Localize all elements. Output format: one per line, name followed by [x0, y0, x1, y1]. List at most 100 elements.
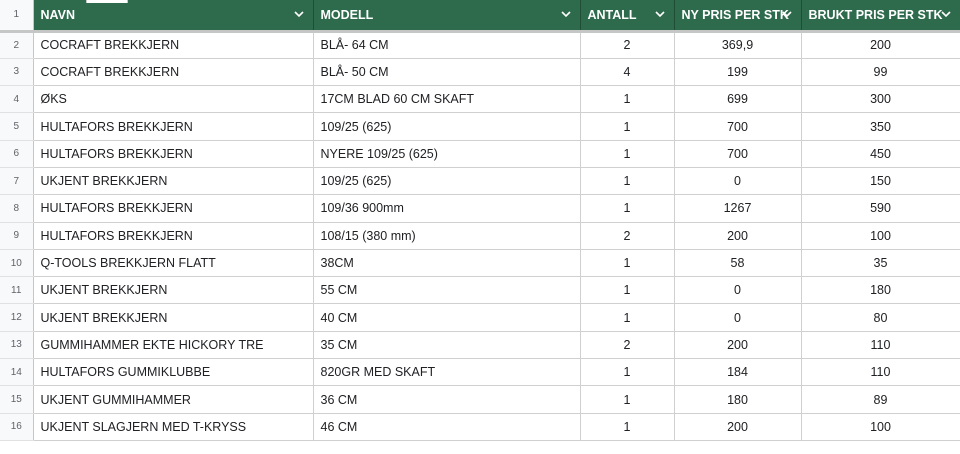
cell-brukt-pris[interactable]: 180	[801, 276, 960, 305]
cell-modell[interactable]: 820GR MED SKAFT	[313, 358, 581, 387]
cell-antall[interactable]: 1	[580, 140, 675, 168]
column-resize-handle[interactable]	[86, 0, 128, 3]
cell-brukt-pris[interactable]: 450	[801, 140, 960, 168]
row-number[interactable]: 3	[0, 58, 34, 87]
row-number[interactable]: 5	[0, 112, 34, 141]
cell-navn[interactable]: HULTAFORS BREKKJERN	[33, 112, 314, 141]
cell-modell[interactable]: 46 CM	[313, 413, 581, 441]
cell-ny-pris[interactable]: 0	[674, 276, 802, 305]
cell-modell[interactable]: 17CM BLAD 60 CM SKAFT	[313, 85, 581, 114]
cell-brukt-pris[interactable]: 100	[801, 413, 960, 441]
cell-brukt-pris[interactable]: 89	[801, 385, 960, 414]
cell-modell[interactable]: BLÅ- 64 CM	[313, 31, 581, 59]
cell-ny-pris[interactable]: 700	[674, 112, 802, 141]
cell-navn[interactable]: UKJENT BREKKJERN	[33, 303, 314, 332]
cell-ny-pris[interactable]: 369,9	[674, 31, 802, 59]
cell-brukt-pris[interactable]: 300	[801, 85, 960, 114]
row-number[interactable]: 15	[0, 385, 34, 414]
chevron-down-icon[interactable]	[560, 8, 572, 20]
cell-ny-pris[interactable]: 180	[674, 385, 802, 414]
cell-antall[interactable]: 1	[580, 385, 675, 414]
cell-antall[interactable]: 1	[580, 194, 675, 223]
cell-antall[interactable]: 2	[580, 331, 675, 360]
cell-ny-pris[interactable]: 200	[674, 331, 802, 360]
cell-modell[interactable]: 55 CM	[313, 276, 581, 305]
cell-brukt-pris[interactable]: 150	[801, 167, 960, 196]
cell-navn[interactable]: COCRAFT BREKKJERN	[33, 31, 314, 59]
cell-ny-pris[interactable]: 200	[674, 222, 802, 250]
cell-ny-pris[interactable]: 0	[674, 303, 802, 332]
cell-modell[interactable]: 38CM	[313, 249, 581, 278]
row-number[interactable]: 13	[0, 331, 34, 360]
column-header-modell[interactable]: MODELL	[313, 0, 581, 33]
cell-navn[interactable]: UKJENT SLAGJERN MED T-KRYSS	[33, 413, 314, 441]
row-number[interactable]: 10	[0, 249, 34, 278]
row-number[interactable]: 2	[0, 31, 34, 59]
cell-ny-pris[interactable]: 0	[674, 167, 802, 196]
cell-modell[interactable]: BLÅ- 50 CM	[313, 58, 581, 87]
cell-navn[interactable]: UKJENT BREKKJERN	[33, 276, 314, 305]
cell-antall[interactable]: 1	[580, 276, 675, 305]
chevron-down-icon[interactable]	[293, 8, 305, 20]
cell-brukt-pris[interactable]: 100	[801, 222, 960, 250]
row-number[interactable]: 7	[0, 167, 34, 196]
cell-modell[interactable]: 40 CM	[313, 303, 581, 332]
cell-navn[interactable]: HULTAFORS GUMMIKLUBBE	[33, 358, 314, 387]
cell-brukt-pris[interactable]: 99	[801, 58, 960, 87]
cell-ny-pris[interactable]: 200	[674, 413, 802, 441]
cell-modell[interactable]: 108/15 (380 mm)	[313, 222, 581, 250]
cell-brukt-pris[interactable]: 35	[801, 249, 960, 278]
row-number[interactable]: 4	[0, 85, 34, 114]
cell-navn[interactable]: HULTAFORS BREKKJERN	[33, 222, 314, 250]
chevron-down-icon[interactable]	[781, 8, 793, 20]
cell-antall[interactable]: 1	[580, 167, 675, 196]
column-header-navn[interactable]: NAVN	[33, 0, 314, 33]
cell-antall[interactable]: 1	[580, 249, 675, 278]
cell-ny-pris[interactable]: 184	[674, 358, 802, 387]
cell-modell[interactable]: NYERE 109/25 (625)	[313, 140, 581, 168]
row-number[interactable]: 14	[0, 358, 34, 387]
chevron-down-icon[interactable]	[940, 8, 952, 20]
cell-modell[interactable]: 109/25 (625)	[313, 167, 581, 196]
cell-antall[interactable]: 2	[580, 222, 675, 250]
cell-navn[interactable]: COCRAFT BREKKJERN	[33, 58, 314, 87]
cell-antall[interactable]: 1	[580, 303, 675, 332]
column-header-antall[interactable]: ANTALL	[580, 0, 675, 33]
row-number[interactable]: 11	[0, 276, 34, 305]
cell-brukt-pris[interactable]: 350	[801, 112, 960, 141]
cell-navn[interactable]: ØKS	[33, 85, 314, 114]
cell-modell[interactable]: 109/36 900mm	[313, 194, 581, 223]
cell-antall[interactable]: 1	[580, 413, 675, 441]
cell-brukt-pris[interactable]: 110	[801, 358, 960, 387]
cell-ny-pris[interactable]: 699	[674, 85, 802, 114]
cell-navn[interactable]: UKJENT BREKKJERN	[33, 167, 314, 196]
chevron-down-icon[interactable]	[654, 8, 666, 20]
row-number[interactable]: 16	[0, 413, 34, 441]
cell-modell[interactable]: 109/25 (625)	[313, 112, 581, 141]
row-number[interactable]: 9	[0, 222, 34, 250]
row-number[interactable]: 1	[0, 0, 34, 33]
row-number[interactable]: 6	[0, 140, 34, 168]
column-header-ny-pris[interactable]: NY PRIS PER STK	[674, 0, 802, 33]
row-number[interactable]: 8	[0, 194, 34, 223]
cell-modell[interactable]: 35 CM	[313, 331, 581, 360]
cell-ny-pris[interactable]: 199	[674, 58, 802, 87]
cell-antall[interactable]: 1	[580, 112, 675, 141]
cell-modell[interactable]: 36 CM	[313, 385, 581, 414]
cell-ny-pris[interactable]: 58	[674, 249, 802, 278]
cell-brukt-pris[interactable]: 200	[801, 31, 960, 59]
cell-brukt-pris[interactable]: 590	[801, 194, 960, 223]
cell-navn[interactable]: HULTAFORS BREKKJERN	[33, 140, 314, 168]
cell-navn[interactable]: GUMMIHAMMER EKTE HICKORY TRE	[33, 331, 314, 360]
column-header-brukt-pris[interactable]: BRUKT PRIS PER STK	[801, 0, 960, 33]
cell-brukt-pris[interactable]: 110	[801, 331, 960, 360]
cell-ny-pris[interactable]: 700	[674, 140, 802, 168]
cell-navn[interactable]: UKJENT GUMMIHAMMER	[33, 385, 314, 414]
cell-navn[interactable]: HULTAFORS BREKKJERN	[33, 194, 314, 223]
cell-brukt-pris[interactable]: 80	[801, 303, 960, 332]
row-number[interactable]: 12	[0, 303, 34, 332]
cell-antall[interactable]: 1	[580, 358, 675, 387]
cell-navn[interactable]: Q-TOOLS BREKKJERN FLATT	[33, 249, 314, 278]
cell-antall[interactable]: 2	[580, 31, 675, 59]
cell-antall[interactable]: 1	[580, 85, 675, 114]
